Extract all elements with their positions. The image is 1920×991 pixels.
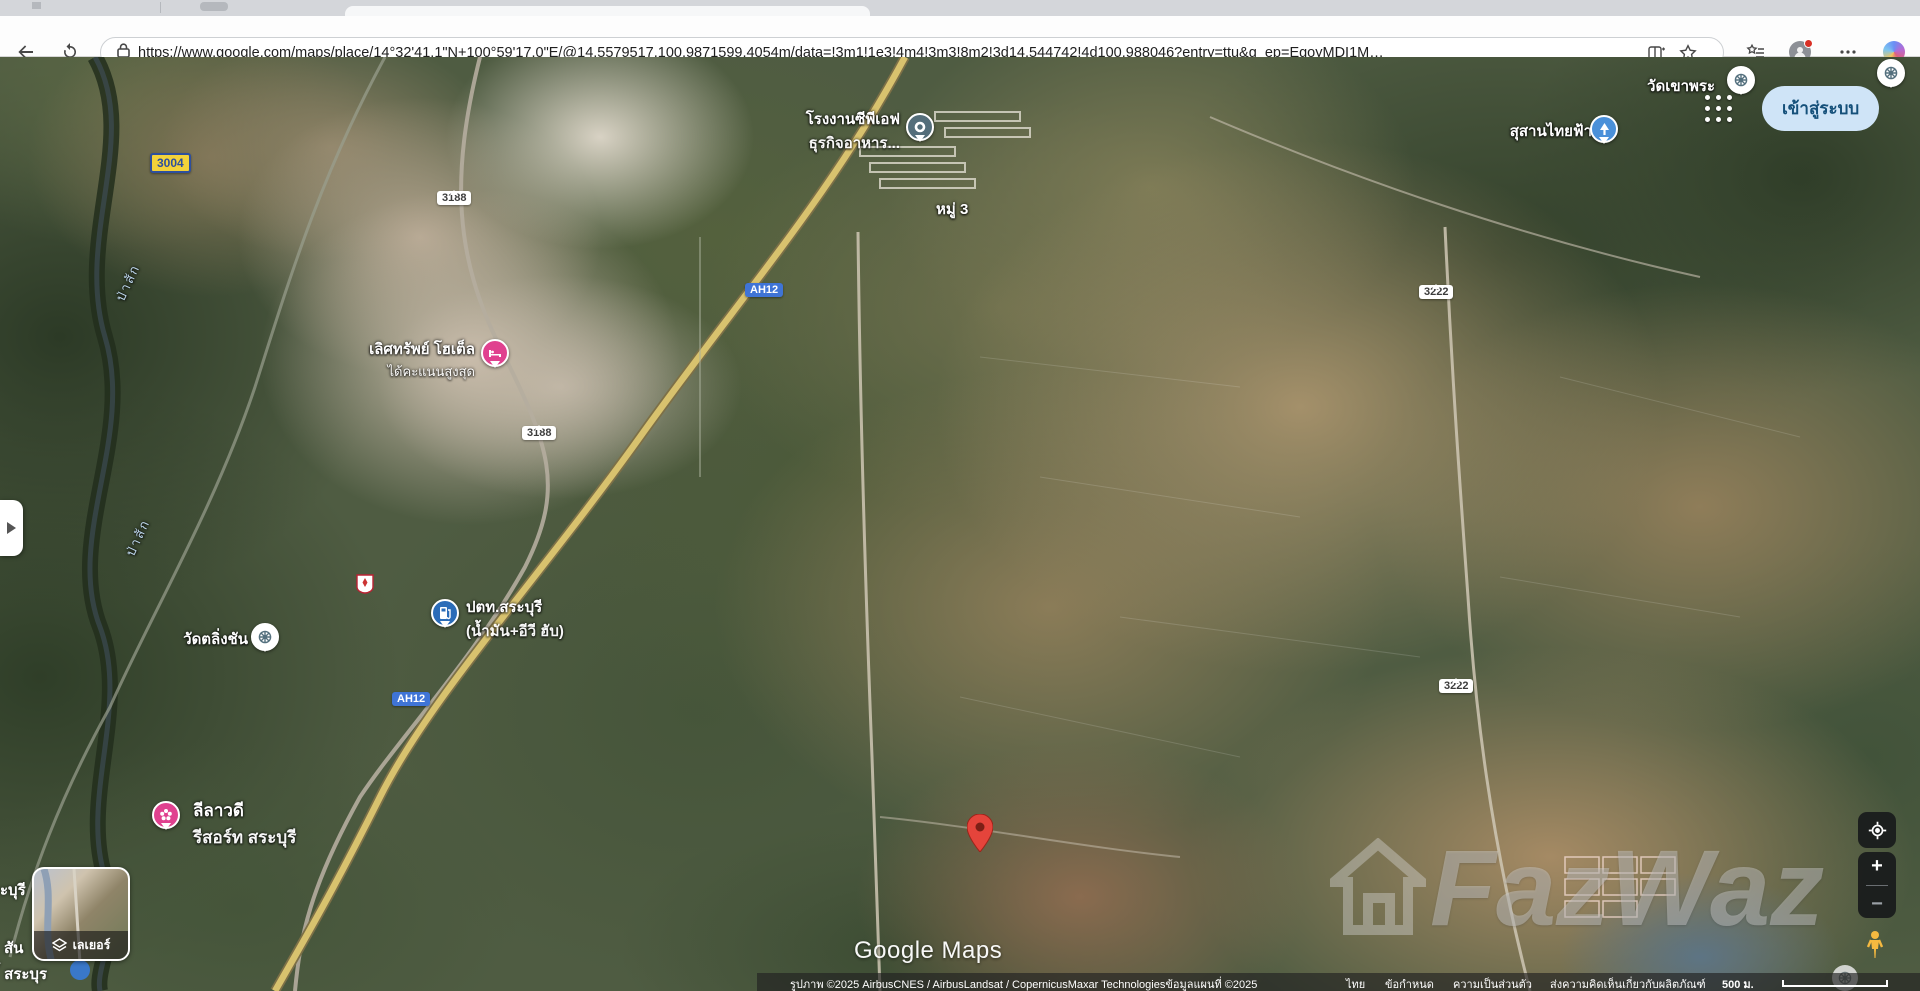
poi-label-cpf-factory: โรงงานซีพีเอฟ ธุรกิจอาหาร... [806, 107, 900, 155]
factory-poi-pin[interactable] [906, 113, 934, 141]
layers-label: เลเยอร์ [73, 935, 111, 955]
fazwaz-watermark: FazWaz [1330, 825, 1824, 950]
poi-label-ptt: ปตท.สระบุรี (น้ำมัน+อีวี ฮับ) [466, 595, 564, 643]
layers-icon [52, 938, 67, 953]
tab-strip [0, 0, 1920, 16]
layers-strip: เลเยอร์ [34, 931, 128, 959]
partial-label: สัน [4, 936, 23, 960]
route-badge-3004: 3004 [150, 153, 191, 173]
route-badge-3188: 3188 [522, 426, 556, 440]
browser-toolbar: https://www.google.com/maps/place/14°32'… [0, 16, 1920, 57]
country-link[interactable]: ไทย [1346, 975, 1365, 991]
tab-partial [200, 2, 228, 11]
destination-marker[interactable] [967, 814, 993, 857]
side-panel-expand-button[interactable] [0, 500, 23, 556]
pegman[interactable] [1864, 930, 1886, 965]
chevron-right-icon [7, 522, 22, 534]
attribution-bar: รูปภาพ ©2025 AirbusCNES / AirbusLandsat … [757, 973, 1920, 991]
poi-label-leelawadee: ลีลาวดี รีสอร์ท สระบุรี [193, 797, 296, 851]
cemetery-pin[interactable] [1590, 115, 1618, 143]
google-maps-watermark: Google Maps [854, 937, 1002, 965]
partial-label: ์ สระบุร [0, 962, 47, 986]
temple-pin-wat-taling-chan[interactable] [251, 623, 279, 651]
poi-label-cemetery: สุสานไทยฟ้า [1510, 119, 1592, 143]
zoom-divider [1866, 885, 1888, 886]
zoom-out-button[interactable]: − [1871, 895, 1883, 913]
my-location-button[interactable] [1858, 812, 1896, 848]
google-apps-grid-icon[interactable] [1705, 95, 1732, 122]
terms-link[interactable]: ข้อกำหนด [1385, 975, 1434, 991]
poi-label-hotel: เลิศทรัพย์ โฮเต็ล ได้คะแนนสูงสุด [369, 337, 475, 382]
route-badge-ah12: AH12 [745, 283, 783, 297]
poi-label-wat-taling-chan: วัดตลิ่งชัน [183, 627, 248, 651]
tab-icon-partial [32, 2, 41, 9]
active-tab-partial[interactable] [345, 6, 870, 16]
partial-pin [70, 960, 90, 980]
sign-in-button[interactable]: เข้าสู่ระบบ [1762, 86, 1879, 131]
zoom-control: + − [1858, 852, 1896, 918]
thai-highway-shield-icon [356, 574, 374, 599]
fazwaz-house-icon [1330, 838, 1426, 938]
route-badge-3222: 3222 [1439, 679, 1473, 693]
layers-control[interactable]: เลเยอร์ [32, 867, 130, 961]
route-badge-3188: 3188 [437, 191, 471, 205]
hotel-pin[interactable] [481, 339, 509, 367]
avatar-notification-dot [1804, 39, 1813, 48]
temple-pin-wat-khao-phra[interactable] [1727, 66, 1755, 94]
privacy-link[interactable]: ความเป็นส่วนตัว [1453, 975, 1532, 991]
village-label-moo3: หมู่ 3 [936, 197, 968, 221]
route-badge-ah12: AH12 [392, 692, 430, 706]
imagery-credit: รูปภาพ ©2025 AirbusCNES / AirbusLandsat … [790, 975, 1257, 991]
resort-pin-leelawadee[interactable] [152, 801, 180, 829]
temple-pin-corner[interactable] [1877, 59, 1905, 87]
gas-station-pin-ptt[interactable] [431, 599, 459, 627]
browser-window: https://www.google.com/maps/place/14°32'… [0, 0, 1920, 991]
scale-bar [1782, 980, 1888, 987]
zoom-in-button[interactable]: + [1871, 857, 1883, 875]
map-canvas[interactable]: โรงงานซีพีเอฟ ธุรกิจอาหาร... หมู่ 3 3004… [0, 57, 1920, 991]
scale-label: 500 ม. [1722, 975, 1754, 991]
tab-divider [160, 2, 161, 13]
feedback-link[interactable]: ส่งความคิดเห็นเกี่ยวกับผลิตภัณฑ์ [1550, 975, 1706, 991]
route-badge-3222: 3222 [1419, 285, 1453, 299]
partial-label: ะบุรี [0, 878, 26, 902]
